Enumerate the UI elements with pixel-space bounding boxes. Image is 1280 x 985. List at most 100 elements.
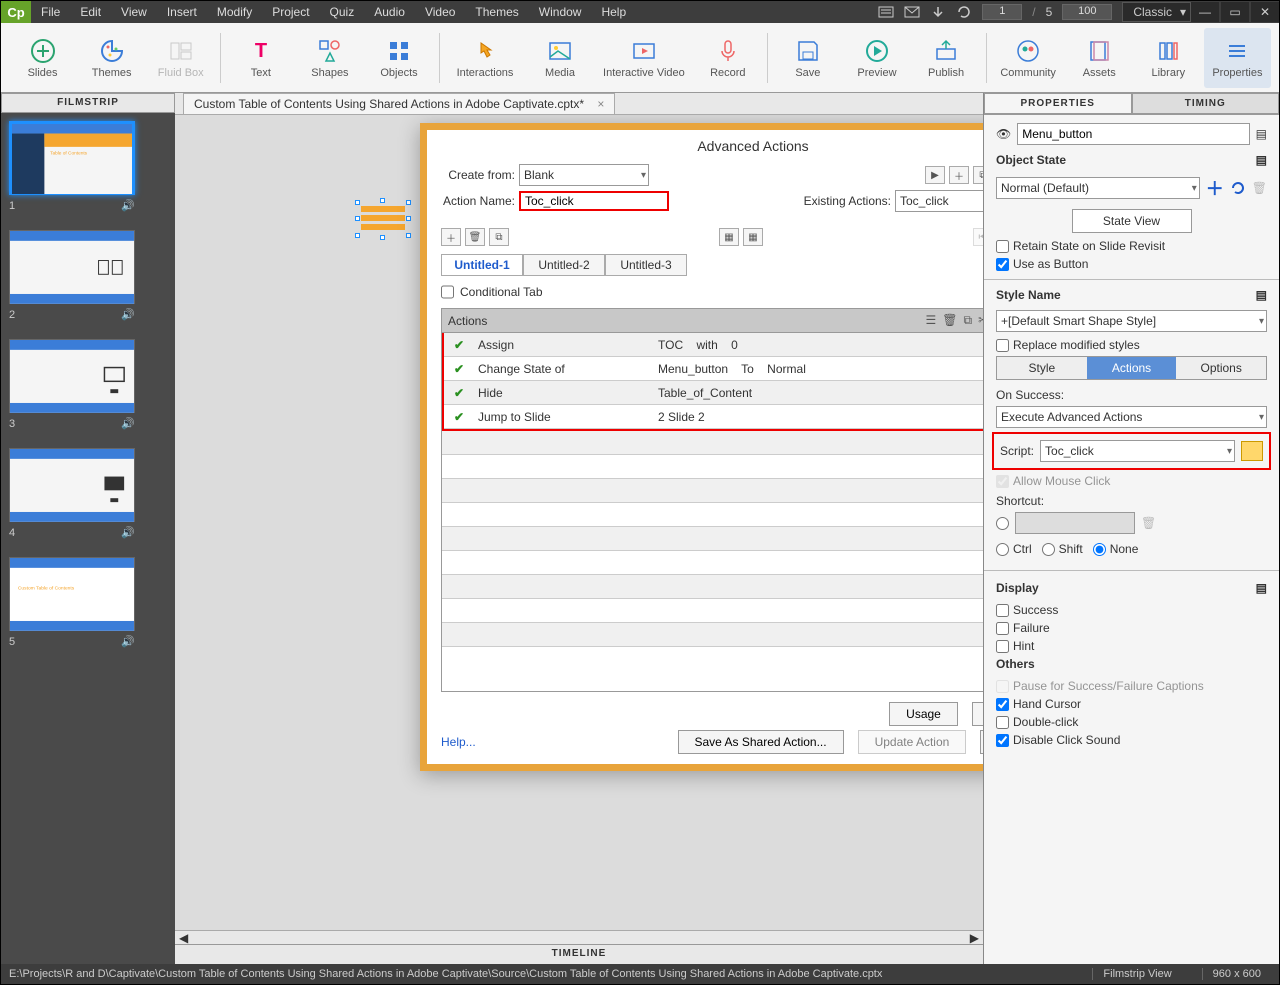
empty-row[interactable] bbox=[442, 503, 983, 527]
menu-modify[interactable]: Modify bbox=[207, 1, 262, 23]
download-icon[interactable] bbox=[930, 5, 946, 19]
group-icon[interactable]: ▦ bbox=[719, 228, 739, 246]
add-state-icon[interactable]: ＋ bbox=[1206, 175, 1224, 201]
menu-file[interactable]: File bbox=[31, 1, 70, 23]
tab-properties[interactable]: PROPERTIES bbox=[984, 93, 1132, 114]
ribbon-shapes[interactable]: Shapes bbox=[296, 28, 363, 88]
copy-icon[interactable]: ⧉ bbox=[964, 313, 973, 328]
variables-button[interactable]: Variables... bbox=[972, 702, 983, 726]
document-tab[interactable]: Custom Table of Contents Using Shared Ac… bbox=[183, 93, 615, 114]
empty-row[interactable] bbox=[442, 551, 983, 575]
menu-quiz[interactable]: Quiz bbox=[320, 1, 365, 23]
audio-icon[interactable]: 🔊 bbox=[121, 308, 135, 321]
decision-tab-1[interactable]: Untitled-1 bbox=[441, 254, 523, 276]
subtab-options[interactable]: Options bbox=[1176, 357, 1266, 379]
menu-themes[interactable]: Themes bbox=[465, 1, 528, 23]
hand-cursor-checkbox[interactable]: Hand Cursor bbox=[996, 697, 1267, 711]
panel-menu-icon[interactable]: ▤ bbox=[1256, 153, 1267, 167]
maximize-button[interactable]: ▭ bbox=[1221, 2, 1249, 22]
action-name-input[interactable] bbox=[519, 191, 669, 211]
action-row[interactable]: ✔HideTable_of_Content bbox=[444, 381, 983, 405]
success-checkbox[interactable]: Success bbox=[996, 603, 1267, 617]
close-button[interactable]: ✕ bbox=[1251, 2, 1279, 22]
ctrl-radio[interactable]: Ctrl bbox=[996, 542, 1032, 556]
existing-actions-dropdown[interactable]: Toc_click bbox=[895, 190, 983, 212]
group2-icon[interactable]: ▦ bbox=[743, 228, 763, 246]
ribbon-media[interactable]: Media bbox=[526, 28, 593, 88]
visibility-icon[interactable]: 👁 bbox=[996, 127, 1011, 141]
empty-row[interactable] bbox=[442, 623, 983, 647]
selection-handles[interactable] bbox=[355, 200, 411, 238]
empty-row[interactable] bbox=[442, 575, 983, 599]
workspace-dropdown[interactable]: Classic bbox=[1122, 2, 1191, 22]
on-success-dropdown[interactable]: Execute Advanced Actions bbox=[996, 406, 1267, 428]
audio-icon[interactable]: 🔊 bbox=[121, 526, 135, 539]
timeline-header[interactable]: TIMELINE bbox=[175, 944, 983, 964]
shortcut-radio[interactable] bbox=[996, 517, 1009, 530]
empty-row[interactable] bbox=[442, 599, 983, 623]
add-icon[interactable]: ＋ bbox=[949, 166, 969, 184]
menu-project[interactable]: Project bbox=[262, 1, 319, 23]
action-row[interactable]: ✔Jump to Slide2 Slide 2 bbox=[444, 405, 983, 429]
clear-shortcut-icon[interactable]: 🗑 bbox=[1141, 516, 1156, 530]
zoom-field[interactable]: 100 bbox=[1062, 4, 1112, 20]
audio-icon[interactable]: 🔊 bbox=[121, 199, 135, 212]
ribbon-themes[interactable]: Themes bbox=[78, 28, 145, 88]
menu-video[interactable]: Video bbox=[415, 1, 465, 23]
slide-thumb-1[interactable]: Table of Contents 1🔊 bbox=[9, 121, 167, 212]
retain-state-checkbox[interactable]: Retain State on Slide Revisit bbox=[996, 239, 1267, 253]
use-as-button-checkbox[interactable]: Use as Button bbox=[996, 257, 1267, 271]
help-link[interactable]: Help... bbox=[441, 735, 476, 749]
menu-audio[interactable]: Audio bbox=[364, 1, 415, 23]
slide-thumb-4[interactable]: 4🔊 bbox=[9, 448, 167, 539]
sync-icon[interactable] bbox=[956, 5, 972, 19]
ribbon-assets[interactable]: Assets bbox=[1066, 28, 1133, 88]
script-dropdown[interactable]: Toc_click bbox=[1040, 440, 1235, 462]
none-radio[interactable]: None bbox=[1093, 542, 1139, 556]
ribbon-library[interactable]: Library bbox=[1135, 28, 1202, 88]
duplicate-row-icon[interactable]: ⧉ bbox=[489, 228, 509, 246]
ribbon-objects[interactable]: Objects bbox=[365, 28, 432, 88]
subtab-actions[interactable]: Actions bbox=[1087, 357, 1177, 379]
action-row[interactable]: ✔Change State ofMenu_button To Normal bbox=[444, 357, 983, 381]
disable-sound-checkbox[interactable]: Disable Click Sound bbox=[996, 733, 1267, 747]
audio-icon[interactable]: 🔊 bbox=[121, 417, 135, 430]
trash-icon[interactable]: 🗑 bbox=[942, 313, 957, 328]
ribbon-save[interactable]: Save bbox=[774, 28, 841, 88]
ribbon-slides[interactable]: Slides bbox=[9, 28, 76, 88]
ribbon-properties[interactable]: Properties bbox=[1204, 28, 1271, 88]
reset-state-icon[interactable] bbox=[1230, 180, 1246, 196]
empty-row[interactable] bbox=[442, 431, 983, 455]
ribbon-community[interactable]: Community bbox=[993, 28, 1064, 88]
add-row-icon[interactable]: ＋ bbox=[441, 228, 461, 246]
menu-window[interactable]: Window bbox=[529, 1, 592, 23]
ribbon-publish[interactable]: Publish bbox=[913, 28, 980, 88]
script-folder-icon[interactable] bbox=[1241, 441, 1263, 461]
ribbon-interactions[interactable]: Interactions bbox=[446, 28, 525, 88]
empty-row[interactable] bbox=[442, 479, 983, 503]
shortcut-key-input[interactable] bbox=[1015, 512, 1135, 534]
failure-checkbox[interactable]: Failure bbox=[996, 621, 1267, 635]
slide-thumb-2[interactable]: 2🔊 bbox=[9, 230, 167, 321]
create-from-dropdown[interactable]: Blank bbox=[519, 164, 649, 186]
save-shared-button[interactable]: Save As Shared Action... bbox=[678, 730, 844, 754]
replace-styles-checkbox[interactable]: Replace modified styles bbox=[996, 338, 1267, 352]
decision-tab-2[interactable]: Untitled-2 bbox=[523, 254, 605, 276]
ribbon-preview[interactable]: Preview bbox=[843, 28, 910, 88]
state-view-button[interactable]: State View bbox=[1072, 209, 1192, 233]
decision-tab-3[interactable]: Untitled-3 bbox=[605, 254, 687, 276]
notes-icon[interactable] bbox=[878, 5, 894, 19]
shift-radio[interactable]: Shift bbox=[1042, 542, 1083, 556]
menu-edit[interactable]: Edit bbox=[70, 1, 111, 23]
subtab-style[interactable]: Style bbox=[997, 357, 1087, 379]
mail-icon[interactable] bbox=[904, 5, 920, 19]
slide-thumb-5[interactable]: Custom Table of Contents 5🔊 bbox=[9, 557, 167, 648]
style-name-dropdown[interactable]: +[Default Smart Shape Style] bbox=[996, 310, 1267, 332]
stage-canvas[interactable]: Advanced Actions Create from: Blank ▶ ＋ … bbox=[175, 115, 983, 930]
empty-row[interactable] bbox=[442, 455, 983, 479]
minimize-button[interactable]: — bbox=[1191, 2, 1219, 22]
delete-row-icon[interactable]: 🗑 bbox=[465, 228, 485, 246]
ribbon-record[interactable]: Record bbox=[694, 28, 761, 88]
play-icon[interactable]: ▶ bbox=[925, 166, 945, 184]
panel-menu-icon[interactable]: ▤ bbox=[1256, 127, 1267, 141]
